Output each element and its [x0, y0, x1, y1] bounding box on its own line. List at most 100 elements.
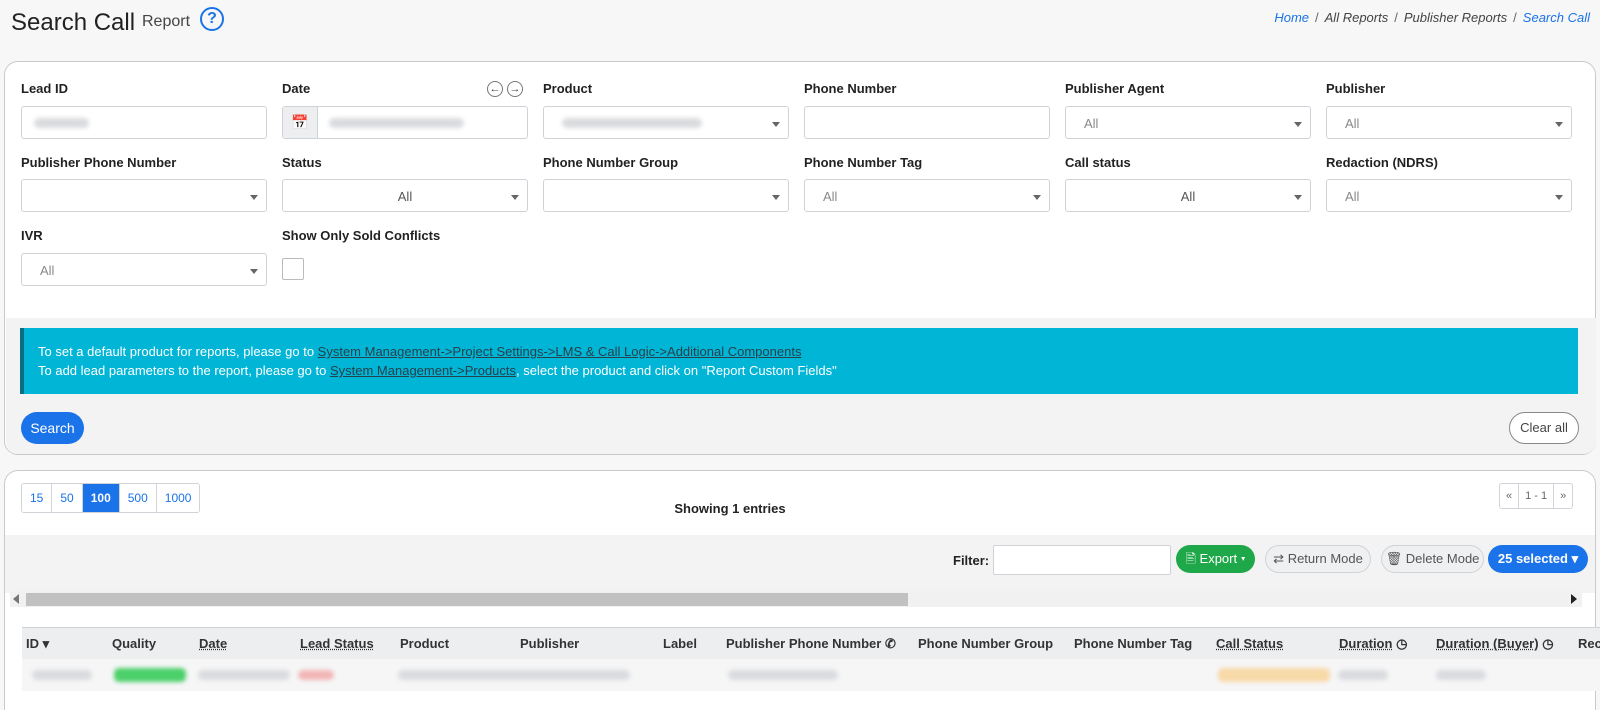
publisher-phone-number-label: Publisher Phone Number — [21, 155, 176, 170]
date-range-input[interactable]: 📅 — [282, 106, 528, 139]
breadcrumb-home[interactable]: Home — [1274, 10, 1309, 25]
publisher-agent-select[interactable]: All — [1065, 106, 1311, 139]
chevron-down-icon — [1555, 195, 1563, 200]
phone-number-input[interactable] — [804, 106, 1050, 139]
redaction-select[interactable]: All — [1326, 179, 1572, 212]
col-label[interactable]: Label — [663, 636, 697, 651]
lead-id-input[interactable] — [21, 106, 267, 139]
publisher-select[interactable]: All — [1326, 106, 1572, 139]
ivr-select[interactable]: All — [21, 253, 267, 286]
col-id-label: ID — [26, 636, 39, 651]
project-settings-link[interactable]: System Management->Project Settings->LMS… — [318, 344, 802, 359]
table-row[interactable] — [22, 659, 1600, 691]
breadcrumb-all-reports[interactable]: All Reports — [1325, 10, 1389, 25]
chevron-down-icon — [250, 195, 258, 200]
horizontal-scrollbar[interactable] — [10, 591, 1582, 607]
phone-icon: ✆ — [885, 636, 896, 651]
date-next-icon[interactable]: → — [507, 81, 523, 97]
return-mode-label: Return Mode — [1288, 551, 1363, 566]
col-call-status[interactable]: Call Status — [1216, 636, 1283, 651]
call-status-select[interactable]: All — [1065, 179, 1311, 212]
info-text-1: To set a default product for reports, pl… — [38, 344, 318, 359]
clear-all-button[interactable]: Clear all — [1509, 412, 1579, 444]
col-publisher-phone-number[interactable]: Publisher Phone Number ✆ — [726, 636, 896, 652]
pagination: « 1 - 1 » — [1499, 483, 1573, 509]
calendar-icon[interactable]: 📅 — [283, 107, 318, 138]
info-text-2: To add lead parameters to the report, pl… — [38, 363, 330, 378]
chevron-down-icon — [511, 195, 519, 200]
status-select[interactable]: All — [282, 179, 528, 212]
scrollbar-thumb[interactable] — [26, 593, 908, 606]
page-title: Search Call — [11, 9, 135, 37]
publisher-phone-number-select[interactable] — [21, 179, 267, 212]
chevron-down-icon — [772, 195, 780, 200]
search-button[interactable]: Search — [21, 412, 84, 444]
phone-number-group-label: Phone Number Group — [543, 155, 678, 170]
date-label: Date — [282, 81, 310, 96]
status-value: All — [283, 189, 527, 204]
col-quality[interactable]: Quality — [112, 636, 156, 651]
info-line-1: To set a default product for reports, pl… — [38, 342, 1578, 361]
help-icon[interactable]: ? — [200, 7, 224, 31]
table-header: ID ▾ Quality Date Lead Status Product Pu… — [22, 627, 1600, 659]
col-publisher[interactable]: Publisher — [520, 636, 579, 651]
scroll-left-icon[interactable] — [13, 594, 19, 604]
page-range: 1 - 1 — [1519, 484, 1554, 508]
col-publisher-phone-number-label: Publisher Phone Number — [726, 636, 881, 651]
col-rec[interactable]: Rec — [1578, 636, 1600, 651]
col-duration[interactable]: Duration ◷ — [1339, 636, 1407, 652]
publisher-value: All — [1345, 116, 1359, 131]
phone-number-tag-select[interactable]: All — [804, 179, 1050, 212]
chevron-down-icon — [1555, 122, 1563, 127]
publisher-label: Publisher — [1326, 81, 1385, 96]
clock-icon: ◷ — [1542, 636, 1553, 651]
breadcrumb-search-call[interactable]: Search Call — [1523, 10, 1590, 25]
delete-mode-button[interactable]: 🗑 Delete Mode — [1381, 545, 1484, 573]
column-select-button[interactable]: 25 selected ▾ — [1488, 545, 1588, 573]
info-line-2: To add lead parameters to the report, pl… — [38, 361, 1578, 380]
call-status-label: Call status — [1065, 155, 1131, 170]
col-lead-status[interactable]: Lead Status — [300, 636, 374, 651]
ivr-label: IVR — [21, 228, 43, 243]
col-phone-number-group[interactable]: Phone Number Group — [918, 636, 1053, 651]
chevron-down-icon — [1033, 195, 1041, 200]
breadcrumb-publisher-reports[interactable]: Publisher Reports — [1404, 10, 1507, 25]
publisher-agent-label: Publisher Agent — [1065, 81, 1164, 96]
filter-input[interactable] — [993, 545, 1171, 575]
phone-number-tag-value: All — [823, 189, 837, 204]
chevron-down-icon — [1294, 122, 1302, 127]
export-button[interactable]: 🖹 Export ▾ — [1176, 545, 1255, 573]
product-select[interactable] — [543, 106, 789, 139]
call-status-value: All — [1066, 189, 1310, 204]
col-duration-buyer[interactable]: Duration (Buyer) ◷ — [1436, 636, 1554, 652]
info-alert: To set a default product for reports, pl… — [20, 328, 1578, 394]
chevron-down-icon — [772, 122, 780, 127]
phone-number-label: Phone Number — [804, 81, 896, 96]
phone-number-tag-label: Phone Number Tag — [804, 155, 922, 170]
scroll-right-icon[interactable] — [1571, 594, 1577, 604]
chevron-down-icon — [1294, 195, 1302, 200]
clock-icon: ◷ — [1396, 636, 1407, 651]
col-product[interactable]: Product — [400, 636, 449, 651]
breadcrumb: Home / All Reports / Publisher Reports / Searc… — [1274, 10, 1590, 25]
redaction-label: Redaction (NDRS) — [1326, 155, 1438, 170]
swap-icon: ⇄ — [1273, 551, 1284, 566]
return-mode-button[interactable]: ⇄ Return Mode — [1265, 545, 1371, 573]
status-label: Status — [282, 155, 322, 170]
trash-icon: 🗑 — [1386, 551, 1403, 566]
col-date[interactable]: Date — [199, 636, 227, 651]
page-header: Search Call Report ? Home / All Reports / Pu… — [0, 0, 1600, 56]
products-link[interactable]: System Management->Products — [330, 363, 516, 378]
date-prev-icon[interactable]: ← — [487, 81, 503, 97]
phone-number-group-select[interactable] — [543, 179, 789, 212]
delete-mode-label: Delete Mode — [1406, 551, 1480, 566]
col-duration-buyer-label: Duration (Buyer) — [1436, 636, 1539, 651]
first-page-button[interactable]: « — [1500, 484, 1519, 508]
last-page-button[interactable]: » — [1554, 484, 1572, 508]
showing-entries: Showing 1 entries — [0, 501, 1460, 516]
redaction-value: All — [1345, 189, 1359, 204]
sold-conflicts-checkbox[interactable] — [282, 258, 304, 280]
col-phone-number-tag[interactable]: Phone Number Tag — [1074, 636, 1192, 651]
col-id[interactable]: ID ▾ — [26, 636, 49, 652]
page-subtitle: Report — [142, 13, 190, 31]
